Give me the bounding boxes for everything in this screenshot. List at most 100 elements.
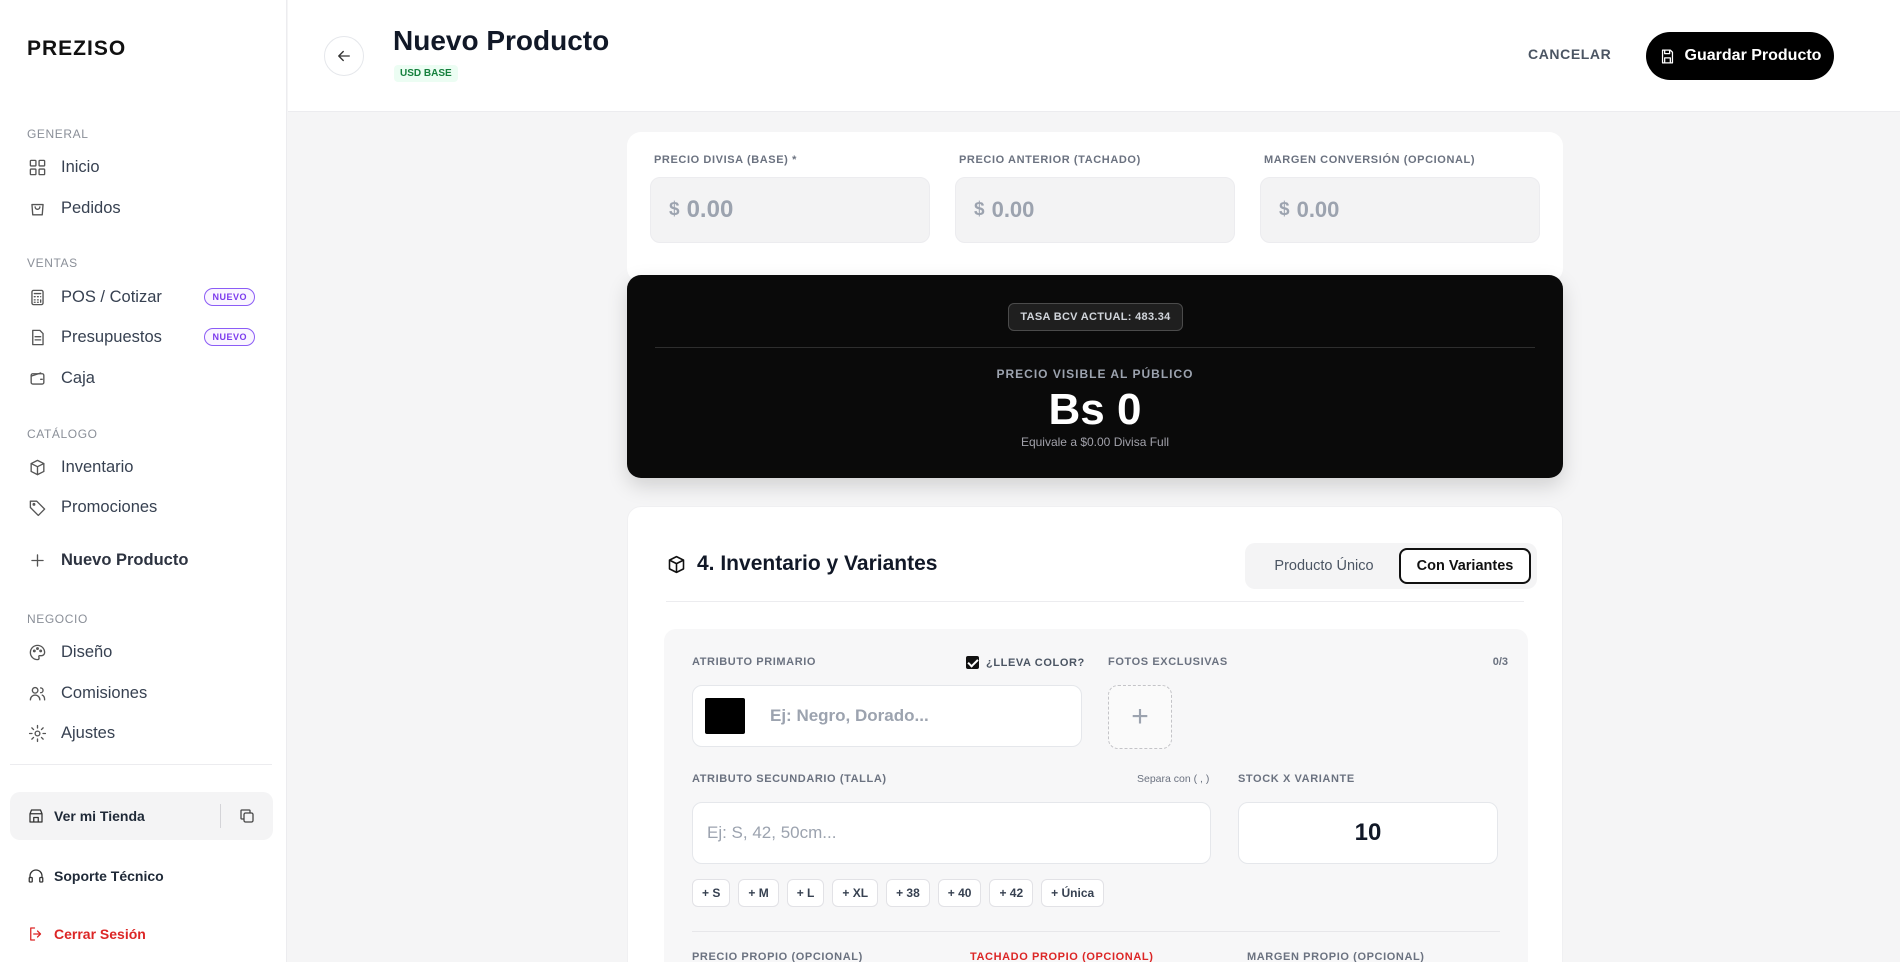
section-label-negocio: NEGOCIO <box>27 612 88 626</box>
margin-label: MARGEN CONVERSIÓN (OPCIONAL) <box>1264 154 1476 166</box>
headset-icon <box>28 869 44 883</box>
palette-icon <box>27 642 47 662</box>
margin-input[interactable]: $ 0.00 <box>1260 177 1540 243</box>
save-icon <box>1661 48 1673 64</box>
exchange-rate-badge: TASA BCV ACTUAL: 483.34 <box>1008 303 1183 331</box>
users-icon <box>27 683 47 703</box>
copy-store-link-button[interactable] <box>221 792 273 840</box>
sidebar-item-label: Comisiones <box>61 683 148 702</box>
inventory-heading: 4. Inventario y Variantes <box>666 552 937 576</box>
sidebar-item-label: Diseño <box>61 642 113 661</box>
currency-symbol: $ <box>669 199 680 220</box>
store-link-box: Ver mi Tienda <box>10 792 273 840</box>
stock-per-variant-input[interactable]: 10 <box>1238 802 1498 864</box>
exclusive-photos-label: FOTOS EXCLUSIVAS <box>1108 656 1228 668</box>
save-product-button[interactable]: Guardar Producto <box>1646 32 1834 80</box>
size-chip[interactable]: + M <box>738 879 779 907</box>
section-label-catalogo: CATÁLOGO <box>27 427 98 441</box>
own-price-label: PRECIO PROPIO (OPCIONAL) <box>692 951 863 962</box>
logout-link[interactable]: Cerrar Sesión <box>27 925 146 943</box>
checkbox-checked-icon <box>966 656 979 669</box>
support-link[interactable]: Soporte Técnico <box>27 867 164 885</box>
toggle-single-product[interactable]: Producto Único <box>1249 548 1399 584</box>
view-store-link[interactable]: Ver mi Tienda <box>10 792 220 840</box>
sidebar-item-pos[interactable]: POS / Cotizar NUEVO <box>27 282 267 312</box>
primary-attribute-label: ATRIBUTO PRIMARIO <box>692 656 817 668</box>
sidebar: PREZISO GENERAL Inicio Pedidos VENTAS PO… <box>0 0 287 962</box>
sidebar-divider <box>10 764 272 765</box>
sidebar-item-caja[interactable]: Caja <box>27 363 267 393</box>
margin-placeholder: 0.00 <box>1296 197 1340 222</box>
app-logo[interactable]: PREZISO <box>27 37 126 61</box>
toggle-with-variants[interactable]: Con Variantes <box>1399 548 1531 584</box>
sidebar-item-label: POS / Cotizar <box>61 287 162 306</box>
support-label: Soporte Técnico <box>54 868 164 884</box>
currency-badge: USD BASE <box>394 65 458 82</box>
logout-label: Cerrar Sesión <box>54 926 146 942</box>
sidebar-item-ajustes[interactable]: Ajustes <box>27 718 267 748</box>
logout-icon <box>30 927 42 941</box>
primary-attribute-input[interactable]: Ej: Negro, Dorado... <box>692 685 1082 747</box>
sidebar-item-label: Caja <box>61 368 95 387</box>
base-price-placeholder: 0.00 <box>686 196 734 223</box>
divider <box>666 601 1524 602</box>
own-margin-label: MARGEN PROPIO (OPCIONAL) <box>1247 951 1425 962</box>
sidebar-item-diseno[interactable]: Diseño <box>27 637 267 667</box>
wallet-icon <box>27 368 47 388</box>
arrow-left-icon <box>338 50 350 62</box>
size-chip[interactable]: + 38 <box>886 879 930 907</box>
previous-price-label: PRECIO ANTERIOR (TACHADO) <box>959 154 1141 166</box>
photo-count: 0/3 <box>1492 656 1508 668</box>
new-badge: NUEVO <box>204 288 255 306</box>
size-chip[interactable]: + XL <box>832 879 879 907</box>
has-color-checkbox[interactable]: ¿LLEVA COLOR? <box>966 656 1085 669</box>
size-chip[interactable]: + L <box>786 879 825 907</box>
base-price-label: PRECIO DIVISA (BASE) * <box>654 154 797 166</box>
store-icon <box>29 809 43 823</box>
sidebar-item-promociones[interactable]: Promociones <box>27 492 267 522</box>
public-price-value: Bs 0 <box>1048 385 1142 434</box>
sidebar-item-presupuestos[interactable]: Presupuestos NUEVO <box>27 322 267 352</box>
color-swatch[interactable] <box>705 698 745 734</box>
inventory-title: 4. Inventario y Variantes <box>697 552 938 575</box>
sidebar-item-comisiones[interactable]: Comisiones <box>27 678 267 708</box>
sidebar-item-label: Nuevo Producto <box>61 550 189 569</box>
tag-icon <box>27 497 47 517</box>
cancel-button[interactable]: CANCELAR <box>1528 46 1611 62</box>
public-price-label: PRECIO VISIBLE AL PÚBLICO <box>996 367 1194 381</box>
public-price-equivalent: Equivale a $0.00 Divisa Full <box>1020 435 1170 449</box>
secondary-attribute-input[interactable]: Ej: S, 42, 50cm... <box>692 802 1211 864</box>
size-chip-list: + S + M + L + XL + 38 + 40 + 42 + Única <box>692 879 1105 907</box>
sidebar-item-label: Presupuestos <box>61 327 162 346</box>
sidebar-item-inicio[interactable]: Inicio <box>27 152 267 182</box>
divider <box>655 347 1535 348</box>
price-card: PRECIO DIVISA (BASE) * $ 0.00 PRECIO ANT… <box>627 132 1563 282</box>
variant-form: ATRIBUTO PRIMARIO ¿LLEVA COLOR? FOTOS EX… <box>664 629 1528 962</box>
sidebar-item-inventario[interactable]: Inventario <box>27 452 267 482</box>
sidebar-item-label: Promociones <box>61 497 158 516</box>
sidebar-item-label: Ajustes <box>61 723 116 742</box>
own-strike-label: TACHADO PROPIO (OPCIONAL) <box>970 951 1154 962</box>
sidebar-item-pedidos[interactable]: Pedidos <box>27 193 267 223</box>
document-icon <box>27 327 47 347</box>
size-chip[interactable]: + 42 <box>989 879 1034 907</box>
public-price-card: TASA BCV ACTUAL: 483.34 PRECIO VISIBLE A… <box>627 275 1563 478</box>
divider <box>692 931 1500 932</box>
size-chip[interactable]: + S <box>692 879 731 907</box>
shopping-bag-icon <box>27 198 47 218</box>
inventory-card: 4. Inventario y Variantes Producto Único… <box>627 506 1563 962</box>
add-photo-button[interactable]: + <box>1108 685 1172 749</box>
base-price-input[interactable]: $ 0.00 <box>650 177 930 243</box>
box-icon <box>27 457 47 477</box>
currency-symbol: $ <box>1279 199 1290 220</box>
section-label-general: GENERAL <box>27 127 89 141</box>
back-button[interactable] <box>324 36 364 76</box>
sidebar-item-nuevo-producto[interactable]: Nuevo Producto <box>27 545 267 575</box>
copy-icon <box>240 809 254 823</box>
previous-price-input[interactable]: $ 0.00 <box>955 177 1235 243</box>
view-store-label: Ver mi Tienda <box>54 808 145 824</box>
size-chip[interactable]: + 40 <box>937 879 982 907</box>
page-header: Nuevo Producto USD BASE CANCELAR Guardar… <box>288 0 1900 112</box>
stock-label: STOCK X VARIANTE <box>1238 773 1355 785</box>
size-chip[interactable]: + Única <box>1041 879 1105 907</box>
